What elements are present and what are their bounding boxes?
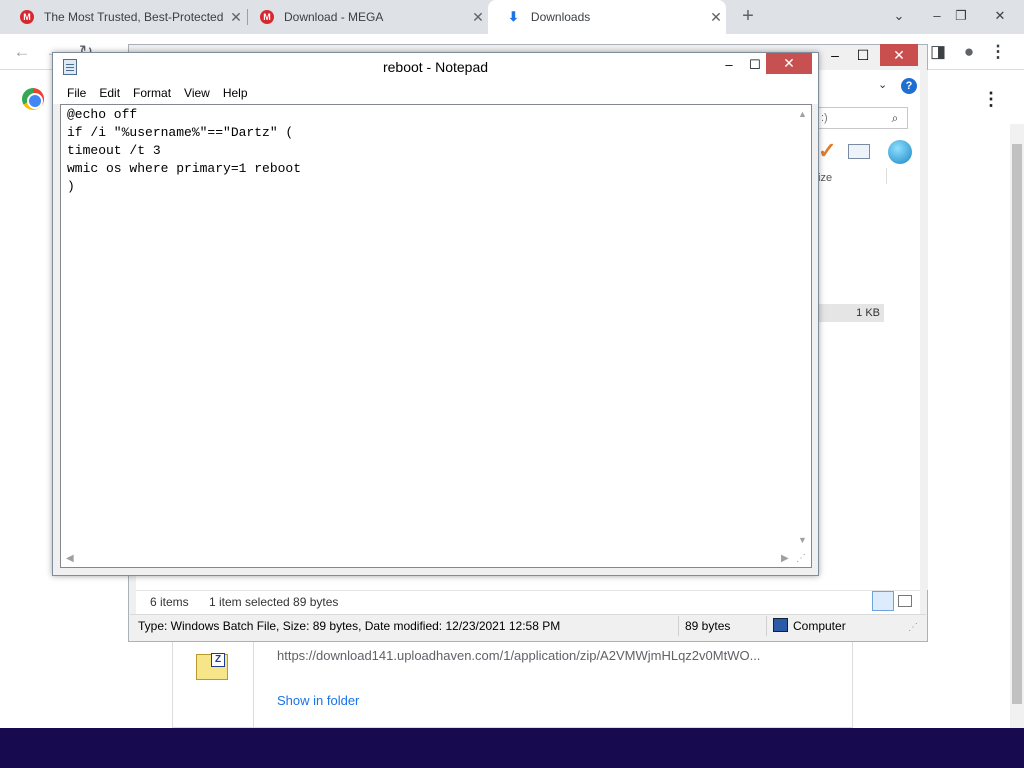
large-icons-view-icon[interactable] <box>898 595 912 607</box>
mega-favicon-icon: M <box>20 10 34 24</box>
status-divider <box>766 616 767 636</box>
notepad-resize-grip-icon[interactable]: ⋰ <box>796 553 806 564</box>
column-header-size[interactable]: ize <box>818 172 832 184</box>
menu-help[interactable]: Help <box>223 86 248 100</box>
mail-icon[interactable] <box>848 144 870 159</box>
zip-file-icon: Z <box>196 653 228 680</box>
column-divider <box>886 168 887 184</box>
notepad-vertical-scrollbar[interactable]: ▲ ▼ <box>794 105 811 550</box>
mega-favicon-icon: M <box>260 10 274 24</box>
page-scrollbar-thumb[interactable] <box>1012 144 1022 704</box>
tab-search-icon[interactable]: ⌄ <box>884 0 914 34</box>
menu-view[interactable]: View <box>184 86 210 100</box>
explorer-maximize-button[interactable]: ☐ <box>848 44 878 66</box>
file-bytes: 89 bytes <box>685 619 731 633</box>
scroll-right-icon[interactable]: ▶ <box>781 550 789 567</box>
notepad-horizontal-scrollbar[interactable]: ◀ ▶ <box>61 550 794 567</box>
explorer-close-button[interactable]: ✕ <box>880 44 918 66</box>
card-divider <box>253 640 254 728</box>
scroll-left-icon[interactable]: ◀ <box>66 550 74 567</box>
profile-icon[interactable]: ● <box>955 38 983 66</box>
tab-trusted[interactable]: M The Most Trusted, Best-Protected ✕ <box>0 0 246 34</box>
chrome-logo-icon <box>22 88 44 110</box>
download-url: https://download141.uploadhaven.com/1/ap… <box>277 648 761 663</box>
scroll-down-icon[interactable]: ▼ <box>794 535 811 545</box>
notepad-menu-bar: File Edit Format View Help <box>53 82 818 104</box>
close-tab-icon[interactable]: ✕ <box>706 9 726 26</box>
help-icon[interactable]: ? <box>901 78 917 94</box>
file-details-text: Type: Windows Batch File, Size: 89 bytes… <box>138 619 561 633</box>
side-panel-icon[interactable]: ◨ <box>924 38 952 66</box>
computer-icon <box>773 618 788 632</box>
tab-downloads[interactable]: ⬇ Downloads ✕ <box>488 0 726 34</box>
item-count: 6 items <box>150 595 189 609</box>
restore-button[interactable]: ❐ <box>946 0 976 34</box>
new-tab-button[interactable]: + <box>737 5 759 29</box>
scroll-up-icon[interactable]: ▲ <box>794 109 811 119</box>
details-view-icon[interactable] <box>872 591 894 611</box>
close-tab-icon[interactable]: ✕ <box>468 9 488 26</box>
status-divider <box>678 616 679 636</box>
taskbar <box>0 728 1024 768</box>
selection-info: 1 item selected 89 bytes <box>209 595 339 609</box>
tab-title: Downloads <box>530 10 591 24</box>
window-title: reboot - Notepad <box>382 59 489 75</box>
tab-title: The Most Trusted, Best-Protected <box>44 10 224 24</box>
download-icon: ⬇ <box>508 9 519 24</box>
show-in-folder-link[interactable]: Show in folder <box>277 693 359 708</box>
notepad-text[interactable]: @echo off if /i "%username%"=="Dartz" ( … <box>67 106 797 196</box>
menu-edit[interactable]: Edit <box>99 86 120 100</box>
notepad-maximize-button[interactable]: ☐ <box>741 55 769 75</box>
checkmark-icon[interactable]: ✓ <box>818 140 840 162</box>
notepad-close-button[interactable]: ✕ <box>766 53 812 74</box>
menu-format[interactable]: Format <box>133 86 171 100</box>
explorer-expand-icon[interactable]: ⌄ <box>878 78 887 91</box>
globe-icon[interactable] <box>888 140 912 164</box>
notepad-minimize-button[interactable]: – <box>715 55 743 75</box>
menu-icon[interactable]: ⋮ <box>984 38 1012 66</box>
menu-file[interactable]: File <box>67 86 86 100</box>
search-icon[interactable]: ⌕ <box>886 108 904 128</box>
close-window-button[interactable]: ✕ <box>985 0 1015 34</box>
tab-title: Download - MEGA <box>284 10 384 24</box>
back-icon[interactable]: ← <box>8 38 36 66</box>
resize-grip-icon[interactable]: ⋰ <box>908 622 918 633</box>
explorer-scrollbar[interactable] <box>920 70 928 590</box>
file-size-cell[interactable]: 1 KB <box>818 304 884 322</box>
more-actions-icon[interactable]: ⋮ <box>982 88 1000 110</box>
tab-mega[interactable]: M Download - MEGA ✕ <box>240 0 488 34</box>
tab-strip: M The Most Trusted, Best-Protected ✕ M D… <box>0 0 1024 34</box>
explorer-minimize-button[interactable]: – <box>820 44 850 66</box>
location-label: Computer <box>793 619 846 633</box>
